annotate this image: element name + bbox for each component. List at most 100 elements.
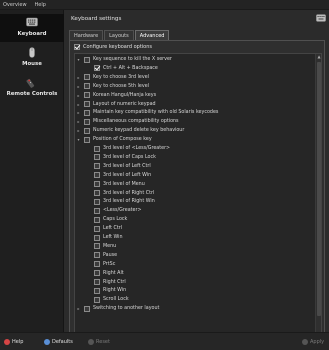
option-checkbox[interactable] (94, 279, 100, 285)
tree-row[interactable]: Caps Lock (75, 216, 315, 223)
option-label: 3rd level of Caps Lock (103, 154, 156, 160)
tree-row[interactable]: 3rd level of Left Ctrl (75, 163, 315, 170)
tree-row[interactable]: ▸ Korean Hangul/Hanja keys (75, 92, 315, 99)
expand-closed-icon[interactable]: ▸ (76, 93, 81, 98)
option-checkbox[interactable] (94, 225, 100, 232)
option-checkbox[interactable] (84, 83, 90, 90)
tree-row[interactable]: 3rd level of Caps Lock (75, 154, 315, 161)
tree-row[interactable]: Pause (75, 252, 315, 259)
sidebar-item-remote-controls[interactable]: Remote Controls (0, 74, 64, 102)
expand-closed-icon[interactable]: ▸ (76, 84, 81, 89)
sidebar-item-mouse[interactable]: Mouse (0, 44, 64, 72)
option-label: Position of Compose key (93, 137, 152, 143)
option-checkbox[interactable] (84, 101, 90, 107)
option-checkbox[interactable] (94, 216, 100, 223)
option-checkbox[interactable] (94, 270, 100, 277)
options-tree[interactable]: ▸ Switching to another layout Scroll Lock R… (74, 53, 322, 339)
option-checkbox[interactable] (94, 145, 100, 152)
tree-row[interactable]: ▸ Maintain key compatibility with old Sol… (75, 109, 315, 116)
tree-row[interactable]: ▸ Miscellaneous compatibility options (75, 118, 315, 125)
scroll-up-icon[interactable]: ▲ (316, 54, 321, 60)
defaults-button[interactable]: Defaults (44, 337, 73, 347)
tree-row[interactable]: Ctrl + Alt + Backspace (75, 65, 315, 72)
tree-row[interactable]: ▸ Key to choose 3rd level (75, 74, 315, 81)
option-checkbox[interactable] (94, 154, 100, 161)
sidebar-item-keyboard[interactable]: Keyboard (0, 14, 64, 42)
option-checkbox[interactable] (94, 243, 100, 250)
option-checkbox[interactable] (94, 190, 100, 196)
option-checkbox[interactable] (94, 163, 100, 170)
option-label: Left Win (103, 235, 123, 240)
tree-row[interactable]: Right Ctrl (75, 279, 315, 286)
tree-row[interactable]: 3rd level of Left Win (75, 172, 315, 179)
option-checkbox[interactable] (84, 118, 90, 125)
apply-icon (302, 339, 308, 345)
configure-options-label: Configure keyboard options (83, 44, 153, 50)
option-checkbox[interactable] (94, 252, 100, 259)
expand-closed-icon[interactable]: ▸ (76, 110, 81, 115)
tree-row[interactable]: Left Ctrl (75, 225, 315, 232)
option-label: Right Ctrl (103, 279, 126, 285)
option-checkbox[interactable] (94, 287, 100, 294)
tree-row[interactable]: PrtSc (75, 261, 315, 268)
tab-hardware[interactable]: Hardware (69, 30, 104, 40)
option-checkbox[interactable] (94, 207, 100, 214)
option-checkbox[interactable] (94, 234, 100, 241)
tree-row[interactable]: ▸ Numeric keypad delete key behaviour (75, 127, 315, 134)
tree-row[interactable]: ▸ Layout of numeric keypad (75, 101, 315, 108)
option-checkbox[interactable] (94, 296, 100, 303)
option-label: Switching to another layout (93, 306, 160, 312)
option-checkbox[interactable] (84, 74, 90, 81)
option-checkbox[interactable] (84, 56, 90, 63)
tab-layouts[interactable]: Layouts (104, 30, 134, 40)
expand-closed-icon[interactable]: ▸ (76, 75, 81, 80)
option-checkbox[interactable] (94, 198, 100, 205)
help-button[interactable]: Help (4, 337, 23, 347)
tree-row[interactable]: ▸ Key to choose 5th level (75, 83, 315, 90)
tree-row[interactable]: 3rd level of Menu (75, 181, 315, 188)
expand-closed-icon[interactable]: ▸ (76, 306, 81, 311)
tree-row[interactable]: Right Win (75, 287, 315, 294)
option-checkbox[interactable] (84, 136, 90, 143)
menu-help[interactable]: Help (35, 2, 46, 8)
expand-closed-icon[interactable]: ▸ (76, 119, 81, 124)
option-checkbox[interactable] (94, 172, 100, 179)
configure-options[interactable]: Configure keyboard options (74, 44, 152, 50)
scrollbar-thumb[interactable] (317, 62, 321, 316)
option-label: Numeric keypad delete key behaviour (93, 128, 185, 134)
option-checkbox[interactable] (94, 181, 100, 188)
tab-bar: Hardware Layouts Advanced (69, 30, 170, 40)
tree-row[interactable]: 3rd level of Right Ctrl (75, 190, 315, 197)
tree-scrollbar[interactable]: ▲ ▼ (315, 54, 321, 338)
remote-control-icon (26, 78, 35, 88)
option-checkbox[interactable] (94, 261, 100, 268)
tree-row[interactable]: ▾ Key sequence to kill the X server (75, 56, 315, 63)
option-checkbox[interactable] (94, 65, 100, 72)
tree-row[interactable]: 3rd level of Right Win (75, 198, 315, 205)
configure-options-checkbox[interactable] (74, 44, 80, 50)
tree-row[interactable]: ▸ Switching to another layout (75, 305, 315, 312)
option-checkbox[interactable] (84, 109, 90, 116)
expand-open-icon[interactable]: ▾ (76, 57, 81, 62)
menu-overview[interactable]: Overview (3, 2, 27, 8)
tree-row[interactable]: Scroll Lock (75, 296, 315, 303)
reset-button[interactable]: Reset (88, 337, 110, 347)
option-checkbox[interactable] (84, 305, 90, 312)
expand-closed-icon[interactable]: ▸ (76, 128, 81, 133)
tab-advanced[interactable]: Advanced (134, 30, 170, 40)
expand-closed-icon[interactable]: ▸ (76, 102, 81, 107)
tree-row[interactable]: <Less/Greater> (75, 207, 315, 214)
expand-open-icon[interactable]: ▾ (76, 137, 81, 142)
tree-row[interactable]: Left Win (75, 234, 315, 241)
apply-button[interactable]: Apply (302, 337, 324, 347)
tree-row[interactable]: Menu (75, 243, 315, 250)
option-checkbox[interactable] (84, 127, 90, 134)
tree-row[interactable]: Right Alt (75, 270, 315, 277)
tree-row[interactable]: ▾ Position of Compose key (75, 136, 315, 143)
tree-row[interactable]: 3rd level of <Less/Greater> (75, 145, 315, 152)
option-checkbox[interactable] (84, 92, 90, 99)
